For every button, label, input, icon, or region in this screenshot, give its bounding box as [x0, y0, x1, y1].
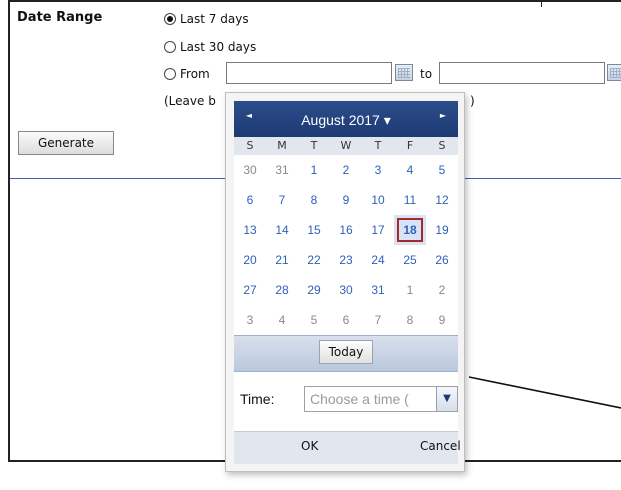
radio-button[interactable] — [164, 41, 176, 53]
time-label: Time: — [240, 391, 275, 407]
datepicker-popup: ◄ August 2017 ▾ ► SMTWTFS 30 31 1 2 3 4 5 6 7 8 9 1… — [225, 92, 465, 472]
generate-button[interactable]: Generate — [18, 131, 114, 155]
day-grid: 30 31 1 2 3 4 5 6 7 8 9 10 11 12 13 14 15 16 17 18 19 20 21 22 2… — [234, 155, 458, 335]
radio-button[interactable] — [164, 68, 176, 80]
time-placeholder: Choose a time ( — [310, 391, 409, 407]
weekday-label: S — [246, 139, 254, 152]
date-range-label: Date Range — [17, 10, 103, 25]
calendar-day[interactable]: 2 — [330, 155, 362, 185]
calendar-day[interactable]: 4 — [394, 155, 426, 185]
weekday-label: T — [310, 139, 318, 152]
weekday-label: W — [340, 139, 352, 152]
calendar-day[interactable]: 9 — [426, 305, 458, 335]
calendar-day[interactable]: 29 — [298, 275, 330, 305]
calendar-day[interactable]: 11 — [394, 185, 426, 215]
month-year-title[interactable]: August 2017 ▾ — [234, 112, 458, 129]
calendar-icon[interactable] — [607, 64, 621, 81]
calendar-day[interactable]: 8 — [298, 185, 330, 215]
calendar-day[interactable]: 3 — [362, 155, 394, 185]
radio-last-7-days[interactable]: Last 7 days — [164, 11, 249, 27]
calendar-day[interactable]: 7 — [362, 305, 394, 335]
calendar-day[interactable]: 1 — [394, 275, 426, 305]
calendar-day[interactable]: 19 — [426, 215, 458, 245]
calendar-day[interactable]: 20 — [234, 245, 266, 275]
calendar-day[interactable]: 30 — [330, 275, 362, 305]
calendar-day[interactable]: 25 — [394, 245, 426, 275]
time-select[interactable]: Choose a time ( ▼ — [304, 386, 458, 412]
calendar-day[interactable]: 21 — [266, 245, 298, 275]
calendar-day[interactable]: 22 — [298, 245, 330, 275]
calendar-day[interactable]: 24 — [362, 245, 394, 275]
radio-last-30-days[interactable]: Last 30 days — [164, 39, 256, 55]
radio-label-last-7: Last 7 days — [180, 12, 249, 26]
datepicker-header: ◄ August 2017 ▾ ► — [234, 101, 458, 137]
leave-blank-hint: (Leave b — [164, 94, 216, 108]
to-date-input[interactable] — [439, 62, 605, 84]
calendar-day[interactable]: 12 — [426, 185, 458, 215]
radio-from[interactable]: From — [164, 66, 210, 82]
calendar-day[interactable]: 4 — [266, 305, 298, 335]
calendar-day[interactable]: 31 — [266, 155, 298, 185]
chevron-down-icon[interactable]: ▼ — [436, 387, 457, 411]
weekday-label: S — [438, 139, 446, 152]
calendar-day[interactable]: 5 — [298, 305, 330, 335]
calendar-day[interactable]: 6 — [330, 305, 362, 335]
divider — [541, 0, 542, 7]
weekday-header: SMTWTFS — [234, 137, 458, 155]
calendar-day[interactable]: 2 — [426, 275, 458, 305]
calendar-day[interactable]: 27 — [234, 275, 266, 305]
weekday-label: T — [374, 139, 382, 152]
today-button[interactable]: Today — [319, 340, 373, 364]
from-date-input[interactable] — [226, 62, 392, 84]
calendar-day[interactable]: 17 — [362, 215, 394, 245]
cancel-button[interactable]: Cancel — [420, 439, 461, 453]
leave-blank-hint-end: ) — [470, 94, 475, 108]
calendar-day[interactable]: 7 — [266, 185, 298, 215]
calendar-icon[interactable] — [395, 64, 413, 81]
ok-button[interactable]: OK — [301, 439, 318, 453]
calendar-day[interactable]: 3 — [234, 305, 266, 335]
calendar-day[interactable]: 31 — [362, 275, 394, 305]
weekday-label: F — [406, 139, 414, 152]
radio-label-last-30: Last 30 days — [180, 40, 257, 54]
calendar-day[interactable]: 1 — [298, 155, 330, 185]
weekday-label: M — [277, 139, 287, 152]
calendar-day[interactable]: 28 — [266, 275, 298, 305]
calendar-day[interactable]: 16 — [330, 215, 362, 245]
calendar-day[interactable]: 6 — [234, 185, 266, 215]
calendar-day[interactable]: 23 — [330, 245, 362, 275]
calendar-day[interactable]: 13 — [234, 215, 266, 245]
calendar-day[interactable]: 26 — [426, 245, 458, 275]
calendar-day[interactable]: 9 — [330, 185, 362, 215]
calendar-day[interactable]: 30 — [234, 155, 266, 185]
radio-label-from: From — [180, 67, 210, 81]
next-month-icon[interactable]: ► — [436, 109, 450, 123]
calendar-day[interactable]: 18 — [394, 215, 426, 245]
calendar-day[interactable]: 8 — [394, 305, 426, 335]
calendar-day[interactable]: 5 — [426, 155, 458, 185]
calendar-day[interactable]: 10 — [362, 185, 394, 215]
radio-button-checked[interactable] — [164, 13, 176, 25]
to-label: to — [420, 67, 433, 81]
calendar-day[interactable]: 14 — [266, 215, 298, 245]
calendar-day[interactable]: 15 — [298, 215, 330, 245]
